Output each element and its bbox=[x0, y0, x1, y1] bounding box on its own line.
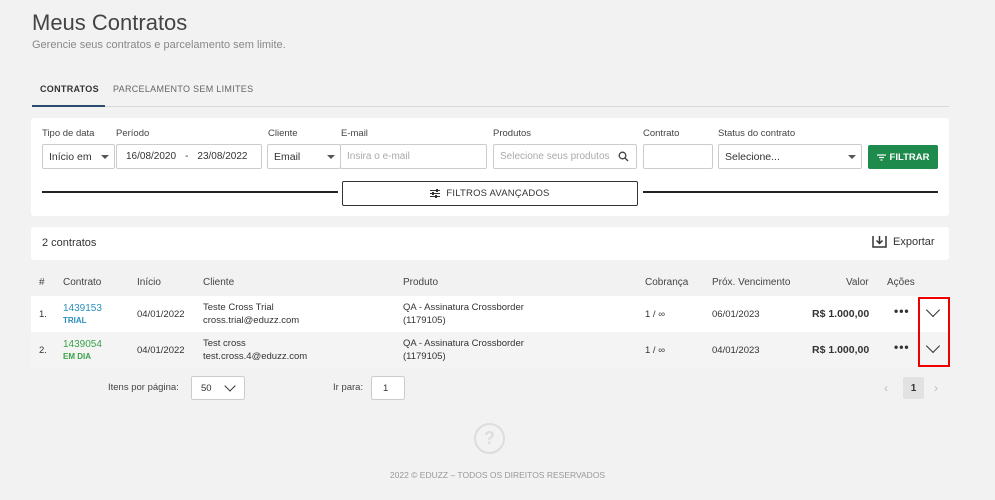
chevron-down-icon bbox=[327, 155, 335, 159]
periodo-start: 16/08/2020 bbox=[126, 151, 177, 162]
row-number: 1. bbox=[39, 309, 47, 320]
col-header-valor: Valor bbox=[846, 277, 869, 288]
goto-page-value: 1 bbox=[383, 382, 389, 394]
status-badge: EM DIA bbox=[63, 352, 91, 361]
value-amount: R$ 1.000,00 bbox=[812, 344, 870, 356]
chevron-down-icon bbox=[101, 155, 109, 159]
advanced-filters-label: FILTROS AVANÇADOS bbox=[446, 188, 550, 199]
page-title: Meus Contratos bbox=[32, 10, 188, 35]
product-id: (1179105) bbox=[403, 315, 446, 326]
filtrar-label: FILTRAR bbox=[889, 151, 930, 163]
export-label: Exportar bbox=[893, 235, 935, 248]
client-email: test.cross.4@eduzz.com bbox=[203, 351, 308, 362]
start-date: 04/01/2022 bbox=[137, 345, 185, 356]
download-icon bbox=[872, 236, 887, 248]
sliders-icon bbox=[430, 189, 441, 198]
advanced-filters-button[interactable]: FILTROS AVANÇADOS bbox=[342, 181, 638, 206]
next-due-date: 04/01/2023 bbox=[712, 345, 760, 356]
results-count: 2 contratos bbox=[42, 237, 97, 249]
periodo-range-input[interactable]: 16/08/2020 - 23/08/2022 bbox=[116, 144, 262, 169]
billing-count: 1 / ∞ bbox=[645, 309, 665, 320]
start-date: 04/01/2022 bbox=[137, 309, 185, 320]
status-select[interactable]: Selecione... bbox=[718, 144, 862, 169]
email-input[interactable]: Insira o e-mail bbox=[340, 144, 487, 169]
highlight-box bbox=[918, 297, 950, 367]
tipo-data-label: Tipo de data bbox=[42, 128, 95, 139]
tabs-bar: CONTRATOS PARCELAMENTO SEM LIMITES bbox=[32, 76, 949, 107]
col-header-vencimento: Próx. Vencimento bbox=[712, 277, 791, 288]
filter-icon bbox=[876, 153, 886, 161]
divider-right bbox=[643, 191, 938, 193]
periodo-end: 23/08/2022 bbox=[197, 151, 248, 162]
cliente-value: Email bbox=[274, 150, 301, 163]
next-page-icon[interactable]: › bbox=[934, 381, 938, 395]
periodo-separator: - bbox=[185, 151, 189, 162]
tipo-data-value: Início em bbox=[49, 150, 92, 163]
contract-link[interactable]: 1439054 bbox=[63, 339, 102, 350]
results-header bbox=[31, 227, 949, 260]
cliente-select[interactable]: Email bbox=[267, 144, 341, 169]
tab-parcelamento[interactable]: PARCELAMENTO SEM LIMITES bbox=[113, 76, 253, 107]
product-name: QA - Assinatura Crossborder bbox=[403, 302, 524, 313]
filtrar-button[interactable]: FILTRAR bbox=[868, 145, 938, 169]
col-header-acoes: Ações bbox=[887, 277, 915, 288]
help-icon[interactable]: ? bbox=[474, 423, 505, 454]
col-header-contrato: Contrato bbox=[63, 277, 102, 288]
contract-link[interactable]: 1439153 bbox=[63, 303, 102, 314]
next-due-date: 06/01/2023 bbox=[712, 309, 760, 320]
tipo-data-select[interactable]: Início em bbox=[42, 144, 115, 169]
per-page-value: 50 bbox=[201, 382, 212, 394]
col-header-cliente: Cliente bbox=[203, 277, 235, 288]
per-page-label: Itens por página: bbox=[108, 382, 179, 393]
col-header-produto: Produto bbox=[403, 277, 439, 288]
col-header-num: # bbox=[39, 277, 45, 288]
per-page-select[interactable]: 50 bbox=[191, 376, 245, 400]
billing-count: 1 / ∞ bbox=[645, 345, 665, 356]
status-value: Selecione... bbox=[725, 150, 780, 163]
search-icon bbox=[618, 151, 629, 162]
contrato-label: Contrato bbox=[643, 128, 680, 139]
cliente-label: Cliente bbox=[268, 128, 298, 139]
page-subtitle: Gerencie seus contratos e parcelamento s… bbox=[32, 39, 286, 51]
goto-page-input[interactable]: 1 bbox=[371, 376, 405, 400]
email-placeholder: Insira o e-mail bbox=[347, 151, 410, 162]
goto-label: Ir para: bbox=[333, 382, 364, 393]
row-number: 2. bbox=[39, 345, 47, 356]
divider-left bbox=[42, 191, 338, 193]
email-label: E-mail bbox=[341, 128, 368, 139]
produtos-input[interactable]: Selecione seus produtos bbox=[493, 144, 637, 169]
product-name: QA - Assinatura Crossborder bbox=[403, 338, 524, 349]
col-header-cobranca: Cobrança bbox=[645, 277, 689, 288]
status-label: Status do contrato bbox=[718, 128, 796, 139]
tab-contratos[interactable]: CONTRATOS bbox=[32, 76, 105, 107]
more-actions-icon[interactable]: ••• bbox=[894, 340, 910, 354]
chevron-down-icon bbox=[848, 155, 856, 159]
col-header-inicio: Início bbox=[137, 277, 161, 288]
client-email: cross.trial@eduzz.com bbox=[203, 315, 300, 326]
page-button-current[interactable]: 1 bbox=[903, 377, 924, 399]
more-actions-icon[interactable]: ••• bbox=[894, 304, 910, 318]
product-id: (1179105) bbox=[403, 351, 446, 362]
periodo-label: Período bbox=[116, 128, 150, 139]
produtos-placeholder: Selecione seus produtos bbox=[500, 151, 610, 162]
client-name: Test cross bbox=[203, 338, 246, 349]
status-badge: TRIAL bbox=[63, 316, 87, 325]
prev-page-icon[interactable]: ‹ bbox=[884, 381, 888, 395]
footer-copyright: 2022 © EDUZZ – TODOS OS DIREITOS RESERVA… bbox=[389, 470, 606, 480]
value-amount: R$ 1.000,00 bbox=[812, 308, 870, 320]
client-name: Teste Cross Trial bbox=[203, 302, 274, 313]
chevron-down-icon bbox=[224, 380, 236, 392]
export-button[interactable]: Exportar bbox=[872, 235, 935, 248]
produtos-label: Produtos bbox=[493, 128, 532, 139]
contrato-input[interactable] bbox=[643, 144, 713, 169]
